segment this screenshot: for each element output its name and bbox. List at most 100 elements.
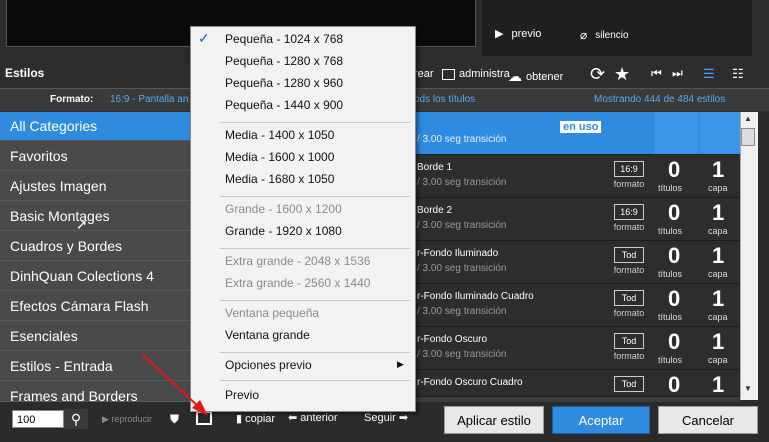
- titles-count: 0: [668, 243, 681, 268]
- last-page-icon[interactable]: ⏭: [672, 66, 683, 81]
- mute-button[interactable]: ⌀ silencio: [580, 28, 629, 42]
- style-name: Borde 1: [417, 162, 453, 173]
- format-badge: Tod: [614, 376, 644, 392]
- category-item[interactable]: Ajustes Imagen: [0, 172, 190, 201]
- titles-caption: títulos: [658, 226, 683, 236]
- scroll-up-icon[interactable]: ▲: [744, 114, 752, 123]
- cloud-download-icon: ☁: [508, 68, 522, 84]
- menu-separator: [220, 122, 410, 123]
- copy-button[interactable]: ▮ copiar: [236, 412, 275, 425]
- menu-item[interactable]: Opciones previo: [225, 358, 312, 372]
- menu-item[interactable]: Grande - 1920 x 1080: [225, 224, 342, 238]
- format-value[interactable]: 16:9 - Pantalla an: [110, 94, 188, 105]
- mouse-cursor-icon: ➚: [76, 216, 88, 232]
- titles-count: 0: [668, 372, 681, 397]
- scroll-thumb[interactable]: [741, 128, 755, 146]
- titles-caption: títulos: [658, 355, 683, 365]
- grid-icon: [442, 68, 455, 80]
- menu-item[interactable]: Media - 1680 x 1050: [225, 172, 334, 186]
- layers-count: 1: [712, 200, 725, 225]
- list-view-icon[interactable]: ☰: [703, 66, 715, 82]
- layers-caption: capa: [708, 183, 728, 193]
- format-badge: Tod: [614, 333, 644, 349]
- category-item[interactable]: Cuadros y Bordes: [0, 232, 190, 261]
- menu-separator: [220, 380, 410, 381]
- style-row[interactable]: Borde 1 / 3.00 seg transición 16:9 formato 0…: [414, 155, 740, 198]
- menu-item[interactable]: Media - 1600 x 1000: [225, 150, 334, 164]
- category-item[interactable]: Basic Montages: [0, 202, 190, 231]
- cancel-button[interactable]: Cancelar: [658, 406, 758, 434]
- layers-count: 1: [712, 243, 725, 268]
- category-item[interactable]: Favoritos: [0, 142, 190, 171]
- next-button[interactable]: Seguir ➡: [364, 411, 408, 424]
- layers-caption: capa: [708, 312, 728, 322]
- menu-item: Extra grande - 2560 x 1440: [225, 276, 371, 290]
- red-arrow-annotation: [141, 353, 208, 416]
- menu-item[interactable]: Pequeña - 1280 x 768: [225, 54, 343, 68]
- menu-separator: [220, 300, 410, 301]
- arrow-left-icon: ⬅: [288, 412, 298, 424]
- refresh-icon[interactable]: ⟳: [590, 64, 605, 85]
- in-use-badge: en uso: [560, 121, 602, 133]
- scroll-down-icon[interactable]: ▼: [744, 384, 752, 393]
- style-row[interactable]: r-Fondo Oscuro / 3.00 seg transición Tod fo…: [414, 327, 740, 370]
- detail-view-icon[interactable]: ☷: [732, 66, 744, 82]
- style-name: r-Fondo Oscuro: [417, 334, 488, 345]
- menu-item[interactable]: Pequeña - 1024 x 768: [225, 32, 343, 46]
- menu-item[interactable]: Previo: [225, 388, 259, 402]
- count-label: Mostrando 444 de 484 estilos: [594, 94, 726, 105]
- menu-item: Extra grande - 2048 x 1536: [225, 254, 371, 268]
- layers-caption: capa: [708, 226, 728, 236]
- layers-count: 1: [712, 372, 725, 397]
- download-button[interactable]: ☁ obtener: [508, 68, 563, 85]
- titles-count: 0: [668, 329, 681, 354]
- layers-count: 1: [712, 157, 725, 182]
- apply-style-button[interactable]: Aplicar estilo: [444, 406, 544, 434]
- layers-caption: capa: [708, 269, 728, 279]
- menu-item[interactable]: Pequeña - 1280 x 960: [225, 76, 343, 90]
- format-badge: 16:9: [614, 204, 644, 220]
- styles-title: Estilos: [5, 66, 45, 80]
- format-caption: formato: [613, 308, 645, 318]
- titles-caption: títulos: [658, 269, 683, 279]
- menu-separator: [220, 248, 410, 249]
- menu-item[interactable]: Media - 1400 x 1050: [225, 128, 334, 142]
- star-icon[interactable]: ★: [614, 64, 630, 85]
- title-filter[interactable]: ods los títulos: [414, 94, 475, 105]
- create-button[interactable]: rear: [414, 68, 434, 80]
- style-row[interactable]: Borde 2 / 3.00 seg transición 16:9 formato 0…: [414, 198, 740, 241]
- style-row[interactable]: r-Fondo Iluminado Cuadro / 3.00 seg trans…: [414, 284, 740, 327]
- search-icon[interactable]: ⚲: [64, 409, 88, 429]
- layers-count: 1: [712, 286, 725, 311]
- format-caption: formato: [613, 222, 645, 232]
- accept-button[interactable]: Aceptar: [552, 406, 650, 434]
- menu-item[interactable]: Pequeña - 1440 x 900: [225, 98, 343, 112]
- style-row[interactable]: r-Fondo Iluminado / 3.00 seg transición To…: [414, 241, 740, 284]
- titles-count: 0: [668, 157, 681, 182]
- first-page-icon[interactable]: ⏮: [651, 66, 662, 81]
- style-duration: / 3.00 seg transición: [417, 177, 507, 188]
- category-item[interactable]: DinhQuan Colections 4: [0, 262, 190, 291]
- style-duration: / 3.00 seg transición: [417, 263, 507, 274]
- format-badge: Tod: [614, 247, 644, 263]
- format-caption: formato: [613, 179, 645, 189]
- category-item[interactable]: Efectos Cámara Flash: [0, 292, 190, 321]
- manage-button[interactable]: administra: [442, 68, 510, 80]
- style-name: r-Fondo Oscuro Cuadro: [417, 377, 523, 388]
- layers-caption: capa: [708, 355, 728, 365]
- style-row[interactable]: / 3.00 seg transición en uso: [414, 112, 740, 155]
- titles-count: 0: [668, 200, 681, 225]
- menu-item: Grande - 1600 x 1200: [225, 202, 342, 216]
- format-caption: formato: [613, 351, 645, 361]
- play-preview-button[interactable]: ▶ previo: [495, 27, 541, 41]
- category-item[interactable]: All Categories: [0, 112, 190, 141]
- scrollbar[interactable]: [740, 112, 758, 400]
- titles-count: 0: [668, 286, 681, 311]
- zoom-input[interactable]: 100: [12, 410, 64, 428]
- arrow-right-icon: ➡: [398, 412, 409, 424]
- menu-item[interactable]: Ventana grande: [225, 328, 310, 342]
- titles-cell: [654, 112, 698, 154]
- previous-button[interactable]: ⬅ anterior: [288, 411, 338, 424]
- style-row[interactable]: r-Fondo Oscuro Cuadro Tod 0 1: [414, 370, 740, 397]
- style-duration: / 3.00 seg transición: [417, 306, 507, 317]
